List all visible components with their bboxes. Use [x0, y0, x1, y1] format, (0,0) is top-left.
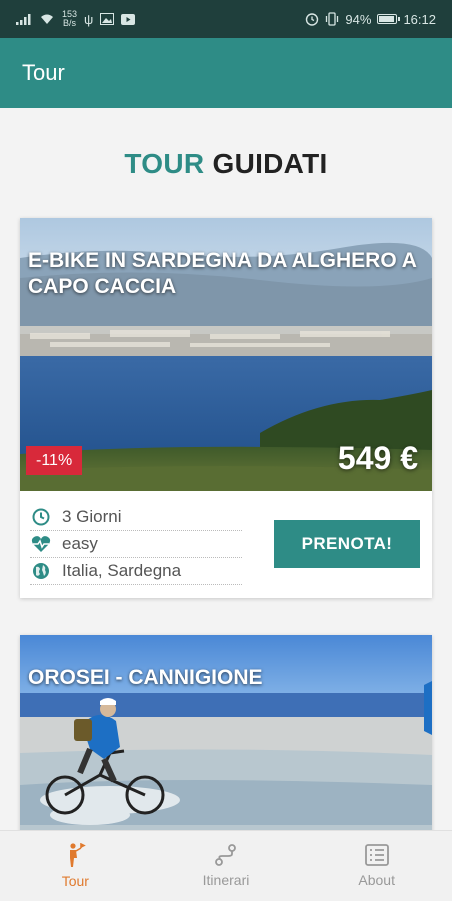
tour-title: Orosei - Cannigione — [28, 666, 263, 689]
globe-icon — [30, 560, 52, 582]
network-speed: 153 B/s — [62, 10, 77, 28]
duration-row: 3 Giorni — [30, 504, 242, 531]
tour-card[interactable]: Orosei - Cannigione — [20, 635, 432, 830]
tab-itinerari-label: Itinerari — [202, 872, 250, 888]
route-icon — [215, 844, 236, 866]
vibrate-icon — [326, 12, 339, 26]
location-row: Italia, Sardegna — [30, 558, 242, 585]
clock: 16:12 — [403, 11, 436, 27]
youtube-icon — [121, 13, 136, 25]
tour-price: 549 € — [337, 440, 418, 476]
difficulty-text: easy — [62, 534, 98, 553]
tour-card[interactable]: E-bike in Sardegna da Alghero a Capo Cac… — [20, 218, 432, 598]
tab-about-label: About — [358, 872, 395, 888]
list-icon — [364, 844, 389, 866]
location-text: Italia, Sardegna — [62, 561, 182, 580]
tour-list[interactable]: TOUR GUIDATI E-BIKE IN SARDEGNA DA ALGHE… — [0, 108, 452, 830]
alarm-icon — [306, 13, 319, 26]
tour-image[interactable]: Orosei - Cannigione — [20, 635, 432, 830]
usb-icon: ψ — [84, 11, 94, 27]
battery-percent: 94% — [345, 11, 372, 27]
app-bar: Tour — [0, 38, 452, 108]
status-left: 153 B/s ψ — [16, 10, 136, 28]
duration-text: 3 Giorni — [62, 507, 122, 526]
image-icon — [100, 13, 115, 25]
page-title-rest: GUIDATI — [212, 148, 328, 179]
signal-icon — [16, 14, 31, 25]
status-bar: 153 B/s ψ 94% 16:12 — [0, 0, 452, 38]
tour-info: 3 Giorni easy Italia, Sardegna — [30, 504, 242, 585]
hiker-icon — [70, 843, 87, 867]
tab-itinerari[interactable]: Itinerari — [151, 831, 302, 901]
tab-tour[interactable]: Tour — [0, 831, 151, 901]
clock-icon — [30, 506, 52, 528]
speed-unit: B/s — [63, 18, 77, 28]
status-right: 94% 16:12 — [305, 12, 436, 27]
tab-tour-label: Tour — [61, 873, 89, 889]
book-button[interactable]: PRENOTA! — [274, 520, 420, 568]
tour-image[interactable]: E-bike in Sardegna da Alghero a Capo Cac… — [20, 218, 432, 491]
heartbeat-icon — [30, 533, 52, 555]
page-title-accent: TOUR — [124, 148, 205, 179]
discount-badge: -11% — [26, 446, 83, 475]
app-bar-title: Tour — [22, 60, 65, 85]
tab-about[interactable]: About — [301, 831, 452, 901]
page-title: TOUR GUIDATI — [0, 148, 452, 180]
bottom-nav: Tour Itinerari About — [0, 830, 452, 901]
wifi-icon — [41, 14, 53, 24]
difficulty-row: easy — [30, 531, 242, 558]
battery-icon — [377, 14, 401, 24]
tour-title: E-bike in Sardegna da Alghero a Capo Cac… — [28, 249, 417, 298]
